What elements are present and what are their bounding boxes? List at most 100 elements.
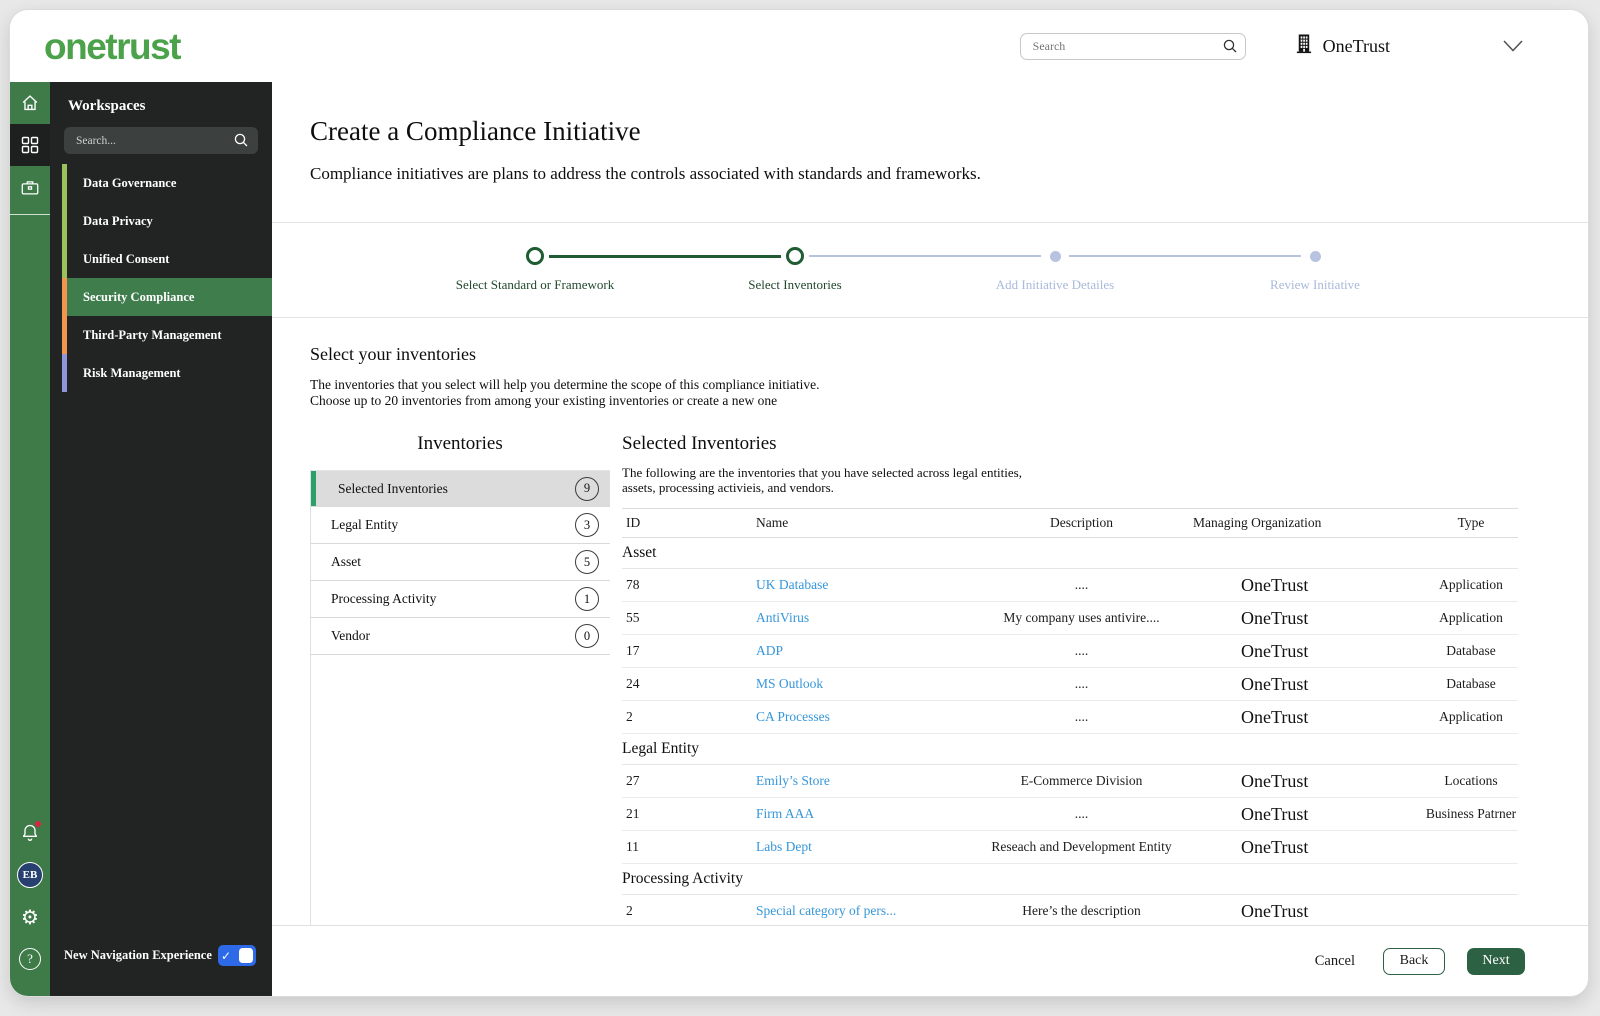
step-connector <box>1069 255 1301 257</box>
workspace-item-data-privacy[interactable]: Data Privacy <box>50 202 272 240</box>
selected-indicator-bar <box>311 618 316 654</box>
cell-id: 21 <box>626 806 640 821</box>
selected-description-line2: assets, processing activieis, and vendor… <box>622 480 834 495</box>
cell-managing-organization: OneTrust <box>1241 574 1309 595</box>
global-search <box>1019 32 1246 60</box>
workspace-item-data-governance[interactable]: Data Governance <box>50 164 272 202</box>
section-description: The inventories that you select will hel… <box>310 377 1518 409</box>
step-connector <box>809 255 1041 257</box>
step-label: Review Initiative <box>1270 277 1360 292</box>
inventory-link[interactable]: Emily’s Store <box>752 773 974 789</box>
cancel-button[interactable]: Cancel <box>1315 953 1355 970</box>
content-columns: Inventories Selected Inventories 9 Legal E… <box>310 433 1518 925</box>
cell-id: 78 <box>626 577 640 592</box>
cell-managing-organization: OneTrust <box>1241 640 1309 661</box>
inventory-filter-label: Processing Activity <box>331 591 437 606</box>
table-group-legal-entity: Legal Entity <box>622 734 1518 765</box>
step-dot <box>1309 250 1321 262</box>
column-header-description: Description <box>1050 515 1113 530</box>
selected-inventories-title: Selected Inventories <box>622 433 777 454</box>
workspaces-search <box>64 127 258 154</box>
inventory-link[interactable]: Firm AAA <box>752 806 974 822</box>
header-right: OneTrust <box>1019 32 1588 60</box>
count-badge: 0 <box>575 624 599 648</box>
cell-id: 27 <box>626 773 640 788</box>
workspaces-search-input[interactable] <box>64 127 258 154</box>
cell-description: .... <box>1074 806 1089 821</box>
column-header-managing-organization: Managing Organization <box>1193 515 1322 530</box>
top-header: onetrust Search OneTrust <box>10 10 1588 82</box>
workspace-item-security-compliance[interactable]: Security Compliance <box>50 278 272 316</box>
global-search-input[interactable] <box>1019 32 1246 60</box>
column-header-id: ID <box>626 515 641 530</box>
selected-indicator-bar <box>311 544 316 580</box>
inventory-link[interactable]: MS Outlook <box>752 676 974 692</box>
table-row: 2 CA Processes.... OneTrust Application <box>622 701 1518 734</box>
user-avatar[interactable]: EB <box>10 854 50 896</box>
cell-managing-organization: OneTrust <box>1241 770 1309 791</box>
inventory-link[interactable]: CA Processes <box>752 709 974 725</box>
table-group-asset: Asset <box>622 538 1518 569</box>
inventory-filter-legal-entity[interactable]: Legal Entity 3 <box>311 507 610 544</box>
inventory-filter-label: Selected Inventories <box>338 480 448 496</box>
step-add-initiative-detailes: Add Initiative Detailes <box>809 247 1185 293</box>
home-icon[interactable] <box>10 82 50 124</box>
notification-dot <box>35 821 41 827</box>
help-icon[interactable]: ? <box>10 938 50 980</box>
cell-id: 11 <box>626 839 639 854</box>
step-review-initiative: Review Initiative <box>1069 247 1445 293</box>
new-navigation-toggle[interactable]: ✓ <box>218 945 256 966</box>
org-selector[interactable]: OneTrust <box>1294 33 1390 59</box>
content: Select your inventories The inventories … <box>272 318 1588 925</box>
cell-managing-organization: OneTrust <box>1241 607 1309 628</box>
toggle-knob <box>239 948 253 963</box>
cell-description: Reseach and Development Entity <box>991 839 1172 854</box>
app-window: onetrust Search OneTrust EB ⚙ ? Workspac… <box>10 10 1588 996</box>
cell-managing-organization: OneTrust <box>1241 900 1309 921</box>
count-badge: 9 <box>575 476 599 501</box>
inventory-filter-asset[interactable]: Asset 5 <box>311 544 610 581</box>
step-label: Select Standard or Framework <box>455 277 615 292</box>
workspace-item-risk-management[interactable]: Risk Management <box>50 354 272 392</box>
table-row: 78 UK Database.... OneTrust Application <box>622 569 1518 602</box>
cell-description: Here’s the description <box>1022 903 1141 918</box>
stepper: Select Standard or Framework Select Inven… <box>272 247 1445 293</box>
settings-gear-icon[interactable]: ⚙ <box>10 896 50 938</box>
page-subtitle: Compliance initiatives are plans to addr… <box>310 164 981 183</box>
notifications-bell-icon[interactable] <box>10 812 50 854</box>
inventory-link[interactable]: ADP <box>752 643 974 659</box>
table-header: ID Name Description Managing Organizatio… <box>622 508 1518 538</box>
inventory-filter-selected-inventories[interactable]: Selected Inventories 9 <box>311 470 610 507</box>
briefcase-icon[interactable] <box>10 166 50 208</box>
inventory-link[interactable]: UK Database <box>752 577 974 593</box>
inventories-list: Selected Inventories 9 Legal Entity 3 Asset 5… <box>310 470 610 925</box>
inventory-link[interactable]: Special category of pers... <box>752 903 974 919</box>
workspace-item-third-party-management[interactable]: Third-Party Management <box>50 316 272 354</box>
search-icon <box>233 132 249 153</box>
inventory-link[interactable]: Labs Dept <box>752 839 974 855</box>
apps-grid-icon[interactable] <box>10 124 50 166</box>
selected-inventories-column: Selected Inventories The following are t… <box>622 433 1518 925</box>
next-button[interactable]: Next <box>1467 947 1525 975</box>
inventory-filter-vendor[interactable]: Vendor 0 <box>311 618 610 655</box>
workspace-item-unified-consent[interactable]: Unified Consent <box>50 240 272 278</box>
inventory-link[interactable]: AntiVirus <box>752 610 974 626</box>
cell-managing-organization: OneTrust <box>1241 706 1309 727</box>
rail-divider <box>10 214 50 215</box>
panel-footer: New Navigation Experience ✓ <box>50 945 272 996</box>
section-description-line1: The inventories that you select will hel… <box>310 377 820 392</box>
chevron-down-icon[interactable] <box>1502 39 1524 53</box>
section-description-line2: Choose up to 20 inventories from among y… <box>310 393 778 408</box>
inventory-filter-label: Asset <box>331 554 361 569</box>
wizard-footer: Cancel Back Next <box>272 925 1588 996</box>
workspace-item-label: Unified Consent <box>83 251 170 266</box>
cell-description: My company uses antivire.... <box>1003 610 1160 625</box>
table-row: 55 AntiVirus My company uses antivire.... O… <box>622 602 1518 635</box>
back-button[interactable]: Back <box>1383 947 1445 975</box>
inventories-title: Inventories <box>417 433 503 454</box>
workspace-item-label: Data Governance <box>83 175 177 190</box>
selected-indicator-bar <box>311 471 316 506</box>
step-select-inventories: Select Inventories <box>549 247 925 293</box>
selected-description-line1: The following are the inventories that y… <box>622 465 1022 480</box>
inventory-filter-processing-activity[interactable]: Processing Activity 1 <box>311 581 610 618</box>
